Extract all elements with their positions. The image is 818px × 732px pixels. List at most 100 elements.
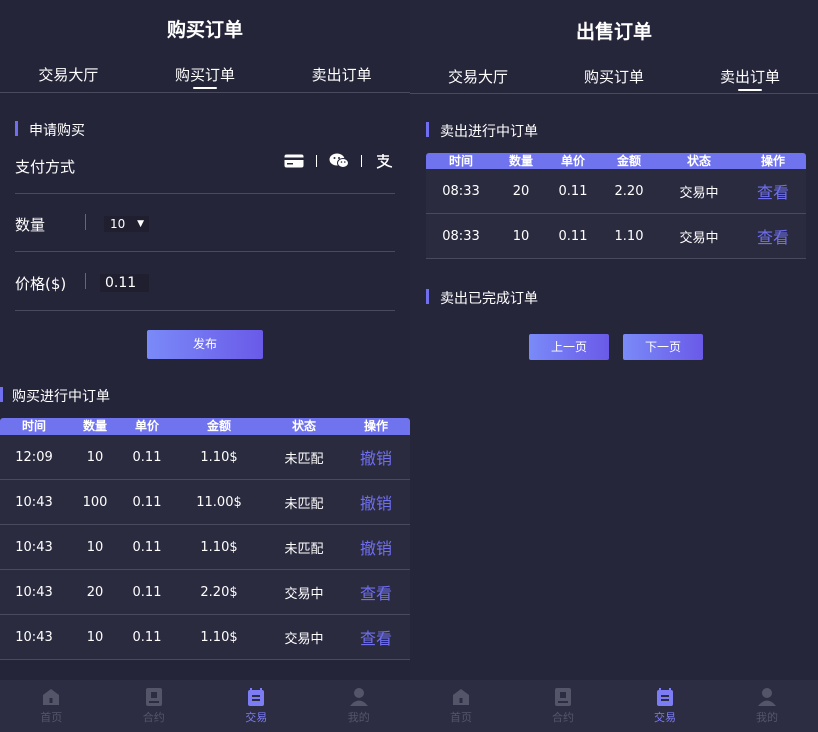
page-title: 购买订单 [166, 19, 243, 41]
table-row: 08:33 20 0.11 2.20 交易中 查看 [426, 169, 806, 214]
table-cell-amount: 11.00$ [196, 494, 242, 510]
tab-buy-orders[interactable]: 购买订单 [137, 64, 274, 92]
table-cell-time: 08:33 [442, 183, 480, 199]
row-action-button[interactable]: 撤销 [342, 445, 410, 469]
price-input[interactable]: 0.11 [100, 274, 149, 292]
table-cell-qty: 20 [86, 584, 104, 600]
prev-page-button[interactable]: 上一页 [529, 334, 609, 360]
top-tabs: 交易大厅 购买订单 卖出订单 [0, 64, 410, 92]
table-cell-amount: 1.10$ [200, 449, 238, 465]
table-row: 12:09 10 0.11 1.10$ 未匹配 撤销 [0, 435, 410, 480]
alipay-icon[interactable] [373, 150, 395, 172]
row-action-button[interactable]: 撤销 [342, 535, 410, 559]
nav-item-contract[interactable]: 合约 [103, 680, 206, 732]
quantity-label: 数量 [15, 216, 46, 234]
nav-label: 交易 [245, 711, 268, 724]
column-header: 金额 [206, 419, 231, 433]
quantity-value: 10 [110, 217, 126, 231]
nav-item-home[interactable]: 首页 [410, 680, 512, 732]
top-tabs: 交易大厅 购买订单 卖出订单 [410, 66, 818, 94]
table-cell-time: 10:43 [15, 629, 53, 645]
column-header: 操作 [363, 419, 388, 433]
user-icon [349, 688, 368, 706]
user-icon [758, 688, 776, 706]
price-row: 价格($) 0.11 [15, 253, 395, 311]
column-header: 状态 [291, 419, 316, 433]
table-cell-amount: 1.10$ [200, 539, 238, 555]
nav-label: 首页 [40, 711, 63, 724]
column-header: 数量 [508, 154, 533, 168]
table-cell-amount: 1.10 [614, 228, 644, 244]
payment-method-icons [283, 150, 395, 172]
column-header: 时间 [448, 154, 473, 168]
table-cell-price: 0.11 [132, 584, 162, 600]
table-cell-amount: 2.20$ [200, 584, 238, 600]
row-action-button[interactable]: 查看 [342, 625, 410, 649]
table-row: 10:43 100 0.11 11.00$ 未匹配 撤销 [0, 480, 410, 525]
column-header: 单价 [560, 154, 585, 168]
contract-icon [145, 688, 162, 706]
price-label: 价格($) [15, 275, 67, 293]
nav-item-trade[interactable]: 交易 [205, 680, 308, 732]
nav-label: 首页 [450, 711, 472, 724]
column-header: 数量 [82, 419, 107, 433]
sell-done-section-title: 卖出已完成订单 [426, 288, 538, 308]
sell-orders-screen: 出售订单 交易大厅 购买订单 卖出订单 卖出进行中订单 时间 数量 单价 金额 … [410, 0, 818, 732]
table-cell-price: 0.11 [132, 494, 162, 510]
payment-method-row: 支付方式 [15, 136, 395, 194]
nav-item-mine[interactable]: 我的 [716, 680, 818, 732]
table-cell-status: 未匹配 [284, 496, 324, 512]
table-cell-price: 0.11 [132, 629, 162, 645]
quantity-row: 数量 10 ▼ [15, 194, 395, 252]
trade-icon [248, 688, 265, 706]
column-header: 操作 [760, 154, 785, 168]
next-page-button[interactable]: 下一页 [623, 334, 703, 360]
row-action-button[interactable]: 查看 [740, 179, 806, 203]
table-cell-status: 交易中 [284, 586, 324, 602]
table-cell-time: 10:43 [15, 539, 53, 555]
trade-icon [657, 688, 673, 706]
nav-item-trade[interactable]: 交易 [614, 680, 716, 732]
price-separator [85, 273, 86, 289]
sell-ongoing-orders-table: 时间 数量 单价 金额 状态 操作 08:33 20 0.11 2.20 交易中 查看 08… [426, 153, 806, 259]
table-cell-time: 12:09 [15, 449, 53, 465]
table-cell-qty: 10 [86, 449, 104, 465]
quantity-select[interactable]: 10 ▼ [104, 216, 149, 232]
tabs-divider [410, 93, 818, 94]
row-action-button[interactable]: 查看 [342, 580, 410, 604]
bottom-nav: 首页 合约 交易 我的 [0, 680, 410, 732]
tab-trading-hall[interactable]: 交易大厅 [410, 66, 546, 94]
tab-sell-orders[interactable]: 卖出订单 [273, 64, 410, 92]
payment-separator [316, 155, 317, 167]
row-action-button[interactable]: 查看 [740, 224, 806, 248]
tab-sell-orders[interactable]: 卖出订单 [682, 66, 818, 94]
tab-buy-orders[interactable]: 购买订单 [546, 66, 682, 94]
table-cell-price: 0.11 [558, 183, 588, 199]
quantity-separator [85, 214, 86, 230]
table-cell-price: 0.11 [558, 228, 588, 244]
nav-label: 交易 [654, 711, 676, 724]
row-action-button[interactable]: 撤销 [342, 490, 410, 514]
table-cell-status: 未匹配 [284, 541, 324, 557]
publish-button[interactable]: 发布 [147, 330, 263, 359]
sell-ongoing-section-title: 卖出进行中订单 [426, 121, 538, 141]
tab-trading-hall[interactable]: 交易大厅 [0, 64, 137, 92]
nav-label: 我的 [756, 711, 778, 724]
nav-label: 合约 [552, 711, 574, 724]
table-cell-amount: 2.20 [614, 183, 644, 199]
bank-card-icon[interactable] [283, 150, 305, 172]
nav-item-contract[interactable]: 合约 [512, 680, 614, 732]
table-cell-qty: 100 [82, 494, 108, 510]
nav-item-mine[interactable]: 我的 [308, 680, 411, 732]
table-header: 时间 数量 单价 金额 状态 操作 [0, 418, 410, 435]
buy-orders-screen: 购买订单 交易大厅 购买订单 卖出订单 申请购买 支付方式 数量 10 ▼ 价格… [0, 0, 410, 732]
nav-item-home[interactable]: 首页 [0, 680, 103, 732]
wechat-pay-icon[interactable] [328, 150, 350, 172]
chevron-down-icon: ▼ [137, 219, 144, 229]
page-title: 出售订单 [575, 21, 652, 43]
table-cell-status: 交易中 [679, 185, 719, 201]
home-icon [43, 689, 60, 705]
table-cell-qty: 10 [512, 228, 530, 244]
table-cell-status: 交易中 [679, 230, 719, 246]
table-cell-time: 10:43 [15, 584, 53, 600]
